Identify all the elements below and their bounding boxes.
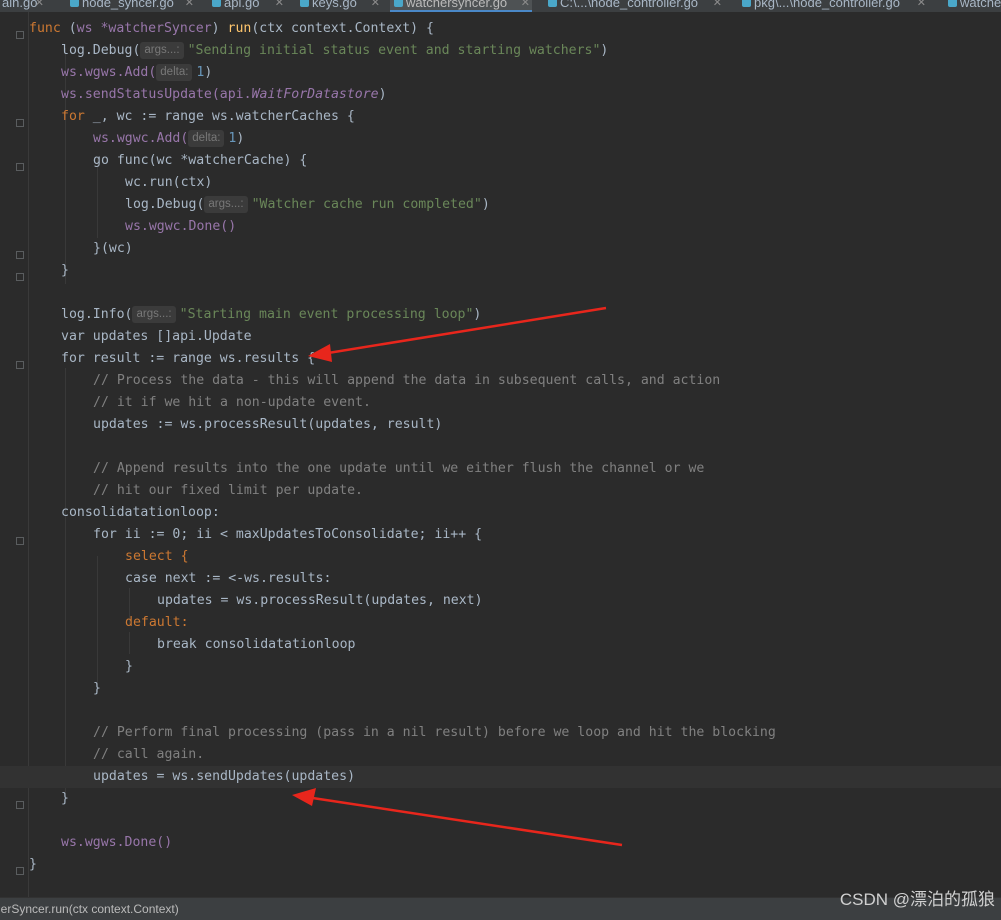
close-icon[interactable]: ✕ bbox=[917, 0, 926, 12]
code-line: updates = ws.processResult(updates, next… bbox=[157, 593, 483, 608]
close-icon[interactable]: ✕ bbox=[35, 0, 44, 12]
code-line: ws.wgws.Done() bbox=[61, 835, 173, 850]
code-line-current: updates = ws.sendUpdates(updates) bbox=[93, 769, 356, 784]
code-line: consolidatationloop: bbox=[61, 505, 220, 520]
indent-guide bbox=[97, 556, 98, 692]
indent-guide bbox=[65, 368, 66, 794]
fold-marker-icon[interactable] bbox=[16, 537, 24, 545]
go-file-icon bbox=[394, 0, 403, 7]
tab-node-syncer[interactable]: node_syncer.go ✕ bbox=[66, 0, 196, 12]
fold-marker-icon[interactable] bbox=[16, 31, 24, 39]
go-file-icon bbox=[948, 0, 957, 7]
gutter-separator bbox=[28, 12, 29, 897]
code-line: ws.wgws.Add(delta: 1) bbox=[61, 64, 213, 81]
code-line: } bbox=[93, 681, 101, 696]
tab-api-go[interactable]: api.go ✕ bbox=[208, 0, 286, 12]
go-file-icon bbox=[70, 0, 79, 7]
code-comment: // Process the data - this will append t… bbox=[93, 373, 721, 388]
code-line: } bbox=[29, 857, 37, 872]
close-icon[interactable]: ✕ bbox=[521, 0, 530, 12]
tab-node-controller-pkg[interactable]: pkg\...\node_controller.go ✕ bbox=[738, 0, 928, 12]
code-line: break consolidatationloop bbox=[157, 637, 356, 652]
go-file-icon bbox=[212, 0, 221, 7]
go-file-icon bbox=[300, 0, 309, 7]
code-comment: // Perform final processing (pass in a n… bbox=[93, 725, 776, 740]
code-line: } bbox=[125, 659, 133, 674]
close-icon[interactable]: ✕ bbox=[275, 0, 284, 12]
close-icon[interactable]: ✕ bbox=[371, 0, 380, 12]
tab-watchersyncer-go[interactable]: watchersyncer.go ✕ bbox=[390, 0, 532, 12]
fold-marker-icon[interactable] bbox=[16, 801, 24, 809]
close-icon[interactable]: ✕ bbox=[713, 0, 722, 12]
code-line: select { bbox=[125, 549, 189, 564]
fold-marker-icon[interactable] bbox=[16, 251, 24, 259]
code-comment: // hit our fixed limit per update. bbox=[93, 483, 363, 498]
code-line: updates := ws.processResult(updates, res… bbox=[93, 417, 443, 432]
go-file-icon bbox=[548, 0, 557, 7]
indent-guide bbox=[129, 632, 130, 654]
code-editor[interactable]: func (ws *watcherSyncer) run(ctx context… bbox=[0, 12, 1001, 897]
code-line: } bbox=[61, 263, 69, 278]
close-icon[interactable]: ✕ bbox=[185, 0, 194, 12]
fold-marker-icon[interactable] bbox=[16, 163, 24, 171]
tab-keys-go[interactable]: keys.go ✕ bbox=[296, 0, 382, 12]
fold-marker-icon[interactable] bbox=[16, 867, 24, 875]
code-line: ws.sendStatusUpdate(api.WaitForDatastore… bbox=[61, 87, 387, 102]
code-line: for _, wc := range ws.watcherCaches { bbox=[61, 109, 355, 124]
code-line: log.Debug(args...: "Sending initial statu… bbox=[61, 42, 609, 59]
code-line: var updates []api.Update bbox=[61, 329, 252, 344]
tab-main-go[interactable]: ain.go ✕ bbox=[0, 0, 46, 12]
code-comment: // call again. bbox=[93, 747, 205, 762]
code-line: }(wc) bbox=[93, 241, 133, 256]
code-line: ws.wgwc.Add(delta: 1) bbox=[93, 130, 245, 147]
tab-node-controller-c[interactable]: C:\...\node_controller.go ✕ bbox=[544, 0, 724, 12]
tab-watche[interactable]: watche bbox=[944, 0, 1001, 12]
code-line: case next := <-ws.results: bbox=[125, 571, 332, 586]
code-comment: // Append results into the one update un… bbox=[93, 461, 705, 476]
watermark: CSDN @漂泊的孤狼 bbox=[839, 890, 995, 909]
code-comment: // it if we hit a non-update event. bbox=[93, 395, 371, 410]
code-line: default: bbox=[125, 615, 189, 630]
breadcrumb[interactable]: herSyncer.run(ctx context.Context) bbox=[0, 898, 179, 920]
fold-marker-icon[interactable] bbox=[16, 119, 24, 127]
code-line: func (ws *watcherSyncer) run(ctx context… bbox=[29, 21, 434, 36]
code-line: log.Debug(args...: "Watcher cache run com… bbox=[125, 196, 490, 213]
fold-marker-icon[interactable] bbox=[16, 361, 24, 369]
code-line: for result := range ws.results { bbox=[61, 351, 316, 366]
code-line: } bbox=[61, 791, 69, 806]
code-line: go func(wc *watcherCache) { bbox=[93, 153, 308, 168]
go-file-icon bbox=[742, 0, 751, 7]
code-line: for ii := 0; ii < maxUpdatesToConsolidat… bbox=[93, 527, 483, 542]
code-line: ws.wgwc.Done() bbox=[125, 219, 237, 234]
fold-marker-icon[interactable] bbox=[16, 273, 24, 281]
code-line: wc.run(ctx) bbox=[125, 175, 213, 190]
code-line: log.Info(args...: "Starting main event pr… bbox=[61, 306, 482, 323]
